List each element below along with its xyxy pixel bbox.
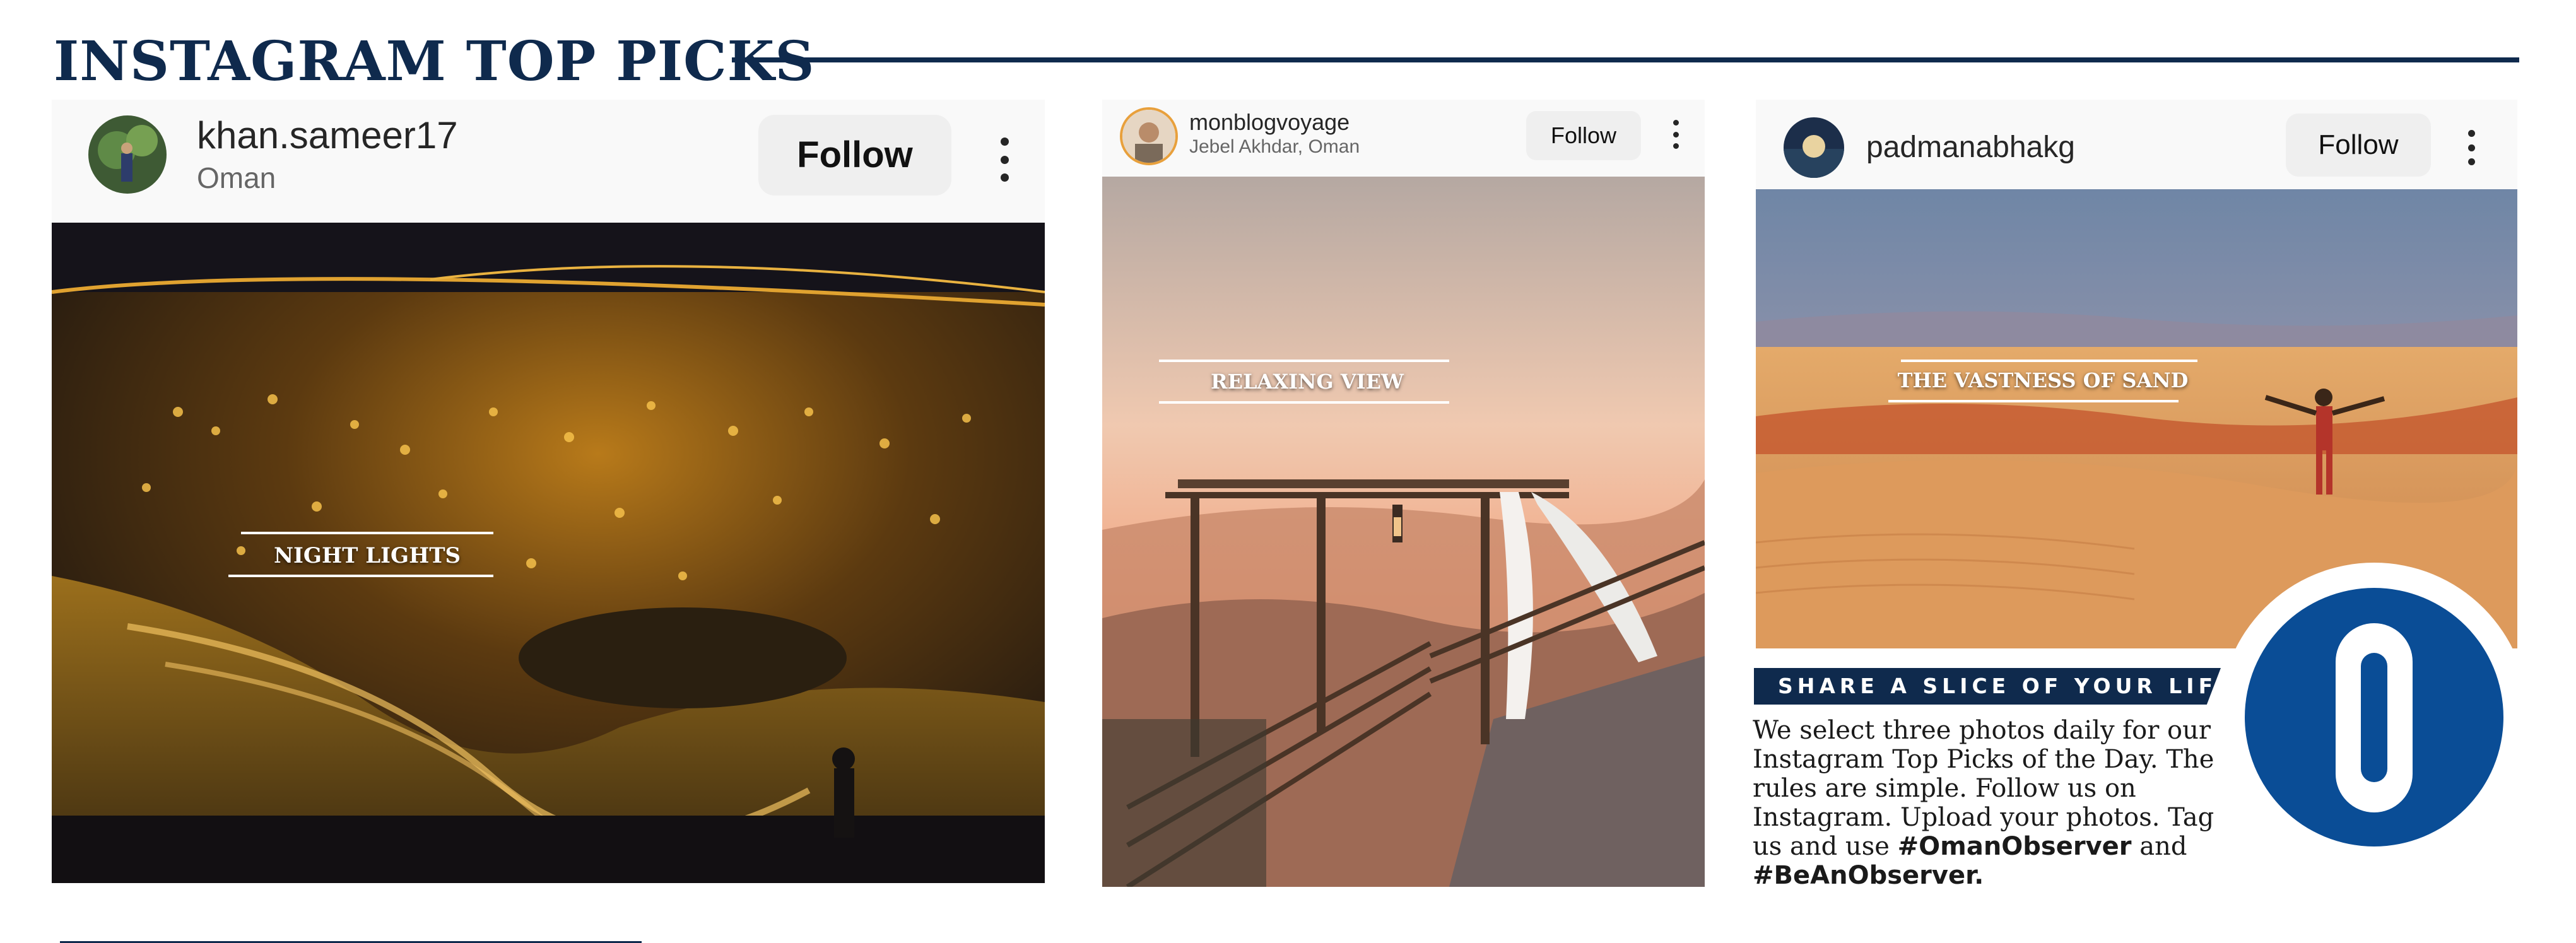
avatar[interactable] [88, 115, 167, 194]
hashtag-omanobserver[interactable]: #OmanObserver [1898, 832, 2132, 861]
caption-text: THE VASTNESS OF SAND [1897, 368, 2189, 392]
observer-logo-counter [2361, 653, 2387, 782]
promo-text: We select three photos daily for our Ins… [1753, 716, 2245, 890]
sunset-gazebo-photo [1102, 177, 1705, 887]
section-title: INSTAGRAM TOP PICKS [54, 30, 815, 93]
promo-connector: and [2139, 832, 2187, 861]
more-options-icon[interactable] [1671, 120, 1680, 149]
share-banner: SHARE A SLICE OF YOUR LIFE [1754, 668, 2221, 705]
caption-text: NIGHT LIGHTS [273, 543, 461, 568]
night-city-photo [52, 223, 1045, 883]
caption-rule [1901, 360, 2197, 362]
more-options-icon[interactable] [2466, 130, 2476, 165]
hashtag-beanobserver[interactable]: #BeAnObserver. [1753, 861, 1984, 890]
caption-rule [1159, 401, 1449, 404]
username[interactable]: monblogvoyage [1189, 109, 1350, 136]
caption-rule [1888, 400, 2179, 402]
photo-caption: NIGHT LIGHTS [228, 532, 506, 582]
username[interactable]: khan.sameer17 [197, 114, 458, 157]
avatar-image [1784, 117, 1844, 178]
follow-button[interactable]: Follow [758, 115, 951, 196]
post-header: monblogvoyage Jebel Akhdar, Oman Follow [1102, 100, 1705, 177]
follow-button[interactable]: Follow [1526, 111, 1641, 160]
caption-rule [1159, 360, 1449, 362]
location[interactable]: Oman [197, 161, 276, 195]
caption-rule [241, 532, 493, 534]
avatar-image [1122, 110, 1175, 163]
avatar[interactable] [1120, 107, 1178, 165]
photo-caption: THE VASTNESS OF SAND [1888, 360, 2197, 405]
instagram-post-2: monblogvoyage Jebel Akhdar, Oman Follow [1102, 100, 1705, 887]
post-header: padmanabhakg Follow [1756, 100, 2517, 189]
post-photo[interactable]: RELAXING VIEW [1102, 177, 1705, 887]
instagram-post-1: khan.sameer17 Oman Follow NIGHT LIGHTS [52, 100, 1045, 883]
photo-caption: RELAXING VIEW [1159, 360, 1456, 405]
location[interactable]: Jebel Akhdar, Oman [1189, 136, 1360, 158]
caption-text: RELAXING VIEW [1211, 370, 1404, 394]
avatar[interactable] [1784, 117, 1844, 178]
post-header: khan.sameer17 Oman Follow [52, 100, 1045, 223]
follow-button[interactable]: Follow [2286, 114, 2431, 177]
title-divider [732, 57, 2519, 62]
caption-rule [228, 575, 493, 577]
more-options-icon[interactable] [998, 138, 1011, 182]
avatar-image [88, 115, 167, 194]
post-photo[interactable]: NIGHT LIGHTS [52, 223, 1045, 883]
username[interactable]: padmanabhakg [1866, 130, 2075, 165]
